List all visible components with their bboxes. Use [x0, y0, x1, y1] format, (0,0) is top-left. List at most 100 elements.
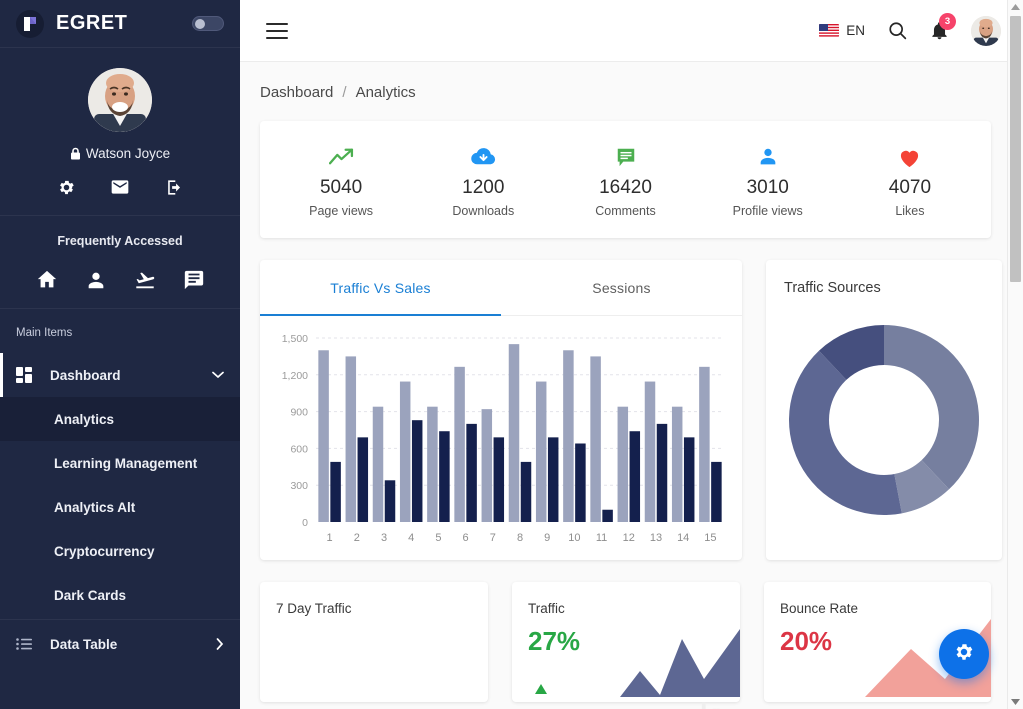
topbar: EN 3: [240, 0, 1023, 62]
chevron-down-icon: [210, 371, 224, 379]
svg-text:11: 11: [596, 532, 607, 544]
sidebar-item-analytics-alt[interactable]: Analytics Alt: [0, 485, 240, 529]
svg-text:15: 15: [704, 532, 716, 544]
svg-text:10: 10: [568, 532, 580, 544]
language-selector[interactable]: EN: [819, 23, 865, 38]
tab-traffic-vs-sales[interactable]: Traffic Vs Sales: [260, 260, 501, 315]
person-icon[interactable]: [84, 268, 108, 292]
stat-downloads-label: Downloads: [412, 204, 554, 218]
seven-day-traffic-title: 7 Day Traffic: [276, 600, 472, 618]
svg-text:13: 13: [650, 532, 662, 544]
brand-name: EGRET: [56, 12, 192, 35]
tab-sessions[interactable]: Sessions: [501, 260, 742, 315]
traffic-card: Traffic 27%: [512, 582, 740, 702]
settings-fab[interactable]: [939, 629, 989, 679]
avatar[interactable]: [88, 68, 152, 132]
charts-row: Traffic Vs Sales Sessions 03006009001,20…: [260, 260, 991, 560]
bar-chart[interactable]: 03006009001,2001,50012345678910111213141…: [270, 330, 728, 552]
sidebar-item-analytics[interactable]: Analytics: [0, 397, 240, 441]
sidebar-item-learning-management[interactable]: Learning Management: [0, 441, 240, 485]
svg-text:7: 7: [490, 532, 496, 544]
scrollbar-track[interactable]: [1008, 14, 1023, 695]
svg-text:12: 12: [623, 532, 635, 544]
frequently-accessed-section: Frequently Accessed: [0, 216, 240, 309]
stat-page-views[interactable]: 5040 Page views: [270, 143, 412, 218]
sidebar-item-analytics-alt-label: Analytics Alt: [54, 500, 135, 515]
donut-chart-container: [784, 302, 984, 538]
breadcrumb-separator: /: [342, 84, 346, 101]
sidebar-item-cryptocurrency[interactable]: Cryptocurrency: [0, 529, 240, 573]
flight-takeoff-icon[interactable]: [133, 268, 157, 292]
chat-icon[interactable]: [182, 268, 206, 292]
vertical-scrollbar[interactable]: [1007, 0, 1023, 709]
svg-text:600: 600: [290, 443, 308, 455]
profile-name: Watson Joyce: [86, 146, 170, 161]
traffic-vs-sales-card: Traffic Vs Sales Sessions 03006009001,20…: [260, 260, 742, 560]
seven-day-traffic-card: 7 Day Traffic: [260, 582, 488, 702]
scroll-down-button[interactable]: [1008, 695, 1023, 709]
sidebar-item-data-table[interactable]: Data Table: [0, 622, 240, 666]
stat-comments[interactable]: 16420 Comments: [554, 143, 696, 218]
search-icon[interactable]: [887, 20, 908, 41]
svg-text:300: 300: [290, 480, 308, 492]
sidebar: EGRET: [0, 0, 240, 709]
topbar-avatar[interactable]: [971, 16, 1001, 46]
svg-text:1,500: 1,500: [282, 333, 308, 345]
svg-text:6: 6: [463, 532, 469, 544]
svg-text:900: 900: [290, 407, 308, 419]
hamburger-icon[interactable]: [266, 23, 288, 39]
svg-text:1,200: 1,200: [282, 370, 308, 382]
theme-toggle[interactable]: [192, 16, 224, 31]
stat-profile-views[interactable]: 3010 Profile views: [697, 143, 839, 218]
sidebar-item-learning-management-label: Learning Management: [54, 456, 197, 471]
list-icon: [16, 638, 34, 650]
breadcrumb-analytics[interactable]: Analytics: [356, 84, 416, 101]
chevron-right-icon: [210, 638, 224, 650]
gear-icon[interactable]: [56, 177, 76, 197]
scroll-up-button[interactable]: [1008, 0, 1023, 14]
bottom-cards-row: 7 Day Traffic Traffic 27%: [260, 582, 991, 702]
stat-downloads-value: 1200: [412, 177, 554, 199]
breadcrumb: Dashboard / Analytics: [260, 84, 991, 101]
sidebar-item-cryptocurrency-label: Cryptocurrency: [54, 544, 155, 559]
traffic-sources-title: Traffic Sources: [784, 280, 984, 296]
stat-downloads[interactable]: 1200 Downloads: [412, 143, 554, 218]
scrollbar-thumb[interactable]: [1010, 16, 1021, 282]
svg-text:8: 8: [517, 532, 523, 544]
nav-section-title: Main Items: [0, 309, 240, 353]
stat-profile-views-label: Profile views: [697, 204, 839, 218]
person-icon: [697, 143, 839, 171]
home-icon[interactable]: [35, 268, 59, 292]
bell-icon[interactable]: 3: [930, 20, 949, 41]
traffic-sources-card: Traffic Sources: [766, 260, 1002, 560]
language-label: EN: [846, 23, 865, 38]
content-inner: Dashboard / Analytics: [240, 62, 1007, 702]
logout-icon[interactable]: [164, 177, 184, 197]
stat-comments-value: 16420: [554, 177, 696, 199]
app-root: EGRET: [0, 0, 1023, 709]
bounce-rate-title: Bounce Rate: [780, 600, 975, 618]
trending-up-icon: [270, 143, 412, 171]
stat-likes[interactable]: 4070 Likes: [839, 143, 981, 218]
svg-text:5: 5: [435, 532, 441, 544]
frequently-accessed-icons: [0, 268, 240, 292]
svg-text:14: 14: [677, 532, 689, 544]
stat-page-views-value: 5040: [270, 177, 412, 199]
heart-icon: [839, 143, 981, 171]
donut-chart[interactable]: [784, 320, 984, 520]
topbar-actions: EN 3: [819, 16, 1001, 46]
svg-text:1: 1: [327, 532, 333, 544]
svg-text:4: 4: [408, 532, 414, 544]
sidebar-item-dark-cards[interactable]: Dark Cards: [0, 573, 240, 617]
svg-text:9: 9: [544, 532, 550, 544]
breadcrumb-dashboard[interactable]: Dashboard: [260, 84, 333, 101]
sidebar-item-dashboard[interactable]: Dashboard: [0, 353, 240, 397]
bar-chart-container: 03006009001,2001,50012345678910111213141…: [260, 316, 742, 560]
sidebar-item-analytics-label: Analytics: [54, 412, 114, 427]
cloud-download-icon: [412, 143, 554, 171]
stat-page-views-label: Page views: [270, 204, 412, 218]
mail-icon[interactable]: [110, 177, 130, 197]
egret-logo-icon: [16, 10, 44, 38]
frequently-accessed-title: Frequently Accessed: [0, 234, 240, 248]
tab-sessions-label: Sessions: [592, 280, 650, 296]
